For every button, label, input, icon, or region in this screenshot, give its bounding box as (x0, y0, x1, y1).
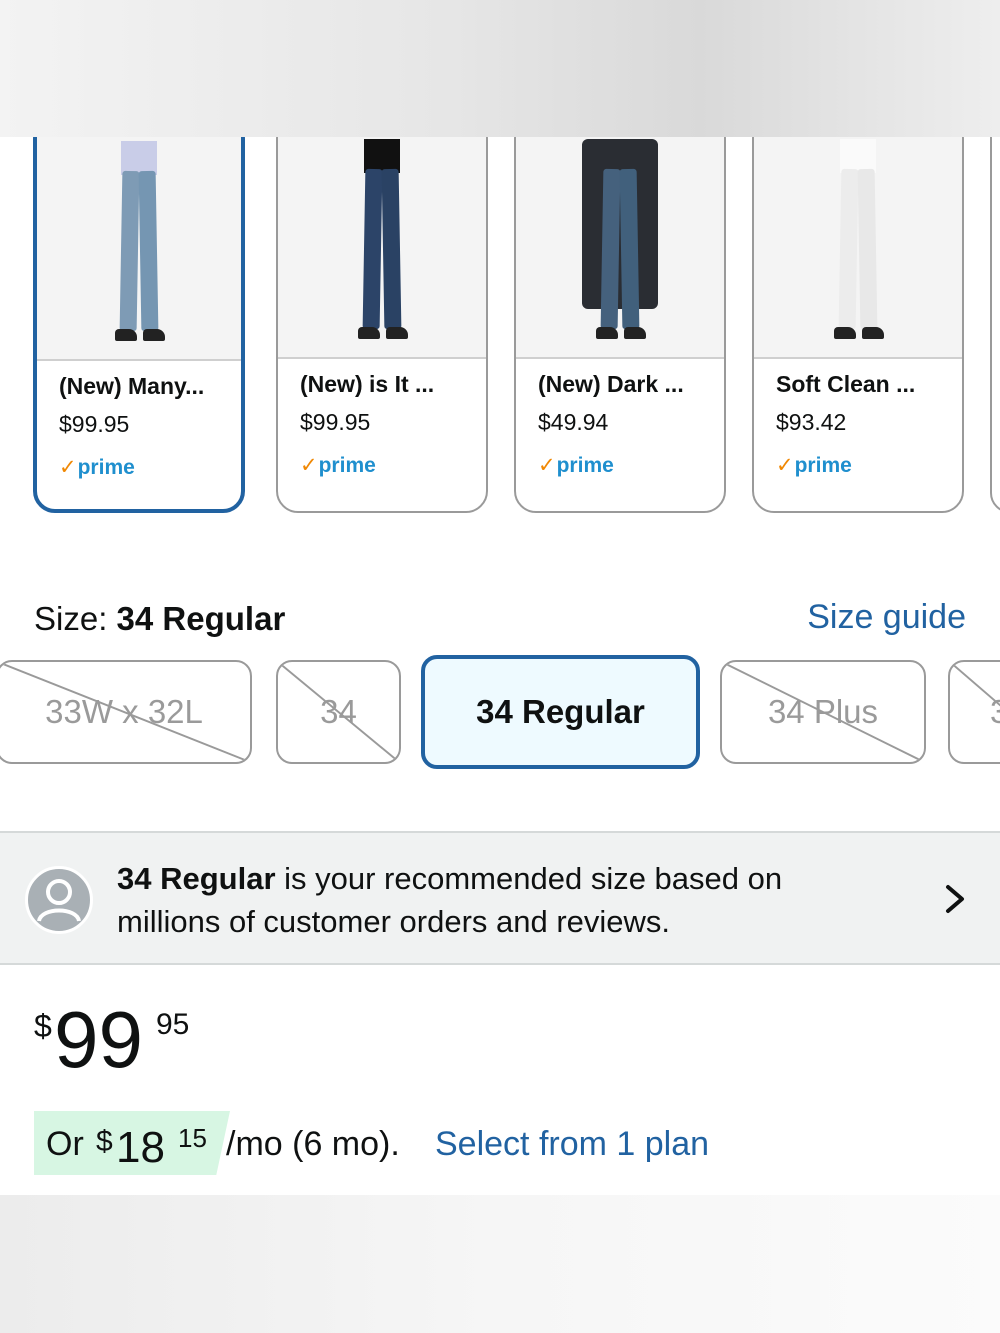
swatch-card-5[interactable] (990, 137, 1000, 513)
swatch-title: Soft Clean ... (776, 371, 916, 397)
swatch-price: $93.42 (776, 409, 847, 435)
recommendation-text: 34 Regular is your recommended size base… (117, 861, 783, 939)
prime-check-icon: ✓ (59, 456, 77, 479)
select-plan-link[interactable]: Select from 1 plan (435, 1125, 709, 1164)
swatch-card-2[interactable]: (New) is It ... $99.95 ✓prime (276, 137, 488, 513)
price-whole: 99 (54, 995, 143, 1084)
swatch-title: (New) Dark ... (538, 371, 684, 397)
installment-fraction: 15 (178, 1123, 207, 1153)
prime-badge: ✓prime (300, 454, 376, 477)
selected-size-value: 34 Regular (116, 600, 286, 637)
product-image (754, 137, 962, 359)
price-currency: $ (34, 1008, 52, 1044)
prime-badge: ✓prime (538, 454, 614, 477)
prime-badge: ✓prime (776, 454, 852, 477)
installment-plan: Or $ 18 15 /mo (6 mo). Select from 1 pla… (34, 1111, 934, 1175)
size-recommendation-banner[interactable]: 34 Regular is your recommended size base… (0, 831, 1000, 965)
swatch-price: $49.94 (538, 409, 609, 435)
top-blur-region (0, 0, 1000, 137)
size-option-unavailable[interactable]: 33W x 32L (0, 660, 252, 764)
swatch-title: (New) Many... (59, 373, 205, 399)
unavailable-strike-icon (722, 662, 924, 762)
unavailable-strike-icon (950, 662, 1000, 707)
swatch-card-4[interactable]: Soft Clean ... $93.42 ✓prime (752, 137, 964, 513)
user-avatar-icon (25, 866, 93, 934)
chevron-right-icon (946, 885, 964, 913)
product-image (278, 137, 486, 359)
size-option-unavailable[interactable]: 3 (948, 660, 1000, 764)
swatch-card-3[interactable]: (New) Dark ... $49.94 ✓prime (514, 137, 726, 513)
price-fraction: 95 (156, 1008, 190, 1041)
unavailable-strike-icon (0, 662, 250, 762)
bottom-blur-region (0, 1195, 1000, 1333)
installment-currency: $ (96, 1125, 113, 1158)
swatch-price: $99.95 (300, 409, 371, 435)
unavailable-strike-icon (278, 662, 399, 762)
product-image (516, 137, 724, 359)
size-options-row[interactable]: 33W x 32L 34 34 Regular 34 Plus 3 (0, 655, 1000, 775)
size-label: Size: 34 Regular (34, 600, 286, 637)
prime-check-icon: ✓ (538, 454, 556, 477)
size-option-unavailable[interactable]: 34 Plus (720, 660, 926, 764)
installment-whole: 18 (116, 1123, 165, 1172)
prime-badge: ✓prime (59, 456, 135, 479)
installment-prefix: Or (46, 1125, 84, 1163)
style-swatch-row[interactable]: (New) Many... $99.95 ✓prime (New) is It … (0, 137, 1000, 527)
swatch-price: $99.95 (59, 411, 130, 437)
prime-check-icon: ✓ (300, 454, 318, 477)
swatch-title: (New) is It ... (300, 371, 435, 397)
prime-check-icon: ✓ (776, 454, 794, 477)
installment-term: /mo (6 mo). (226, 1125, 400, 1163)
size-option-unavailable[interactable]: 34 (276, 660, 401, 764)
size-guide-link[interactable]: Size guide (807, 598, 966, 637)
product-image (37, 137, 241, 361)
swatch-card-1[interactable]: (New) Many... $99.95 ✓prime (33, 137, 245, 513)
size-option-selected[interactable]: 34 Regular (421, 655, 700, 769)
